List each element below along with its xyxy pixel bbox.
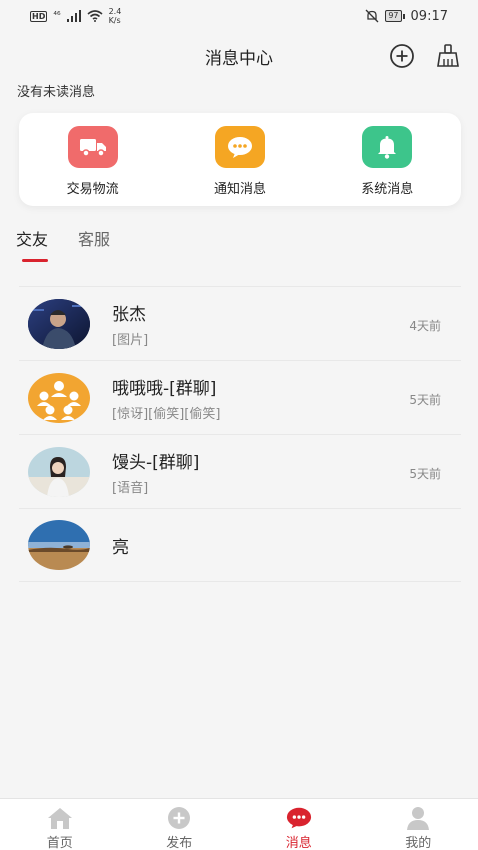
chat-item[interactable]: 亮	[19, 508, 461, 582]
signal-icon	[66, 10, 81, 22]
chat-preview: [语音]	[112, 480, 149, 496]
landscape-photo-icon	[28, 520, 90, 570]
quick-action-notifications[interactable]: 通知消息	[185, 126, 295, 197]
quick-action-label: 通知消息	[213, 182, 266, 197]
tab-friends[interactable]: 交友	[16, 226, 48, 262]
quick-actions-card: 交易物流 通知消息 系统消息	[19, 113, 461, 206]
active-tab-indicator	[22, 259, 48, 262]
unread-notice: 没有未读消息	[17, 85, 96, 100]
chat-name: 哦哦哦-[群聊]	[112, 378, 217, 399]
header-actions	[388, 42, 462, 70]
nav-home[interactable]: 首页	[0, 799, 120, 850]
chat-text: 哦哦哦-[群聊] [惊讶][偷笑][偷笑]	[112, 374, 220, 422]
nav-label: 我的	[405, 836, 432, 850]
user-photo-icon	[28, 298, 90, 349]
quick-action-label: 系统消息	[361, 182, 414, 197]
speed-value: 2.4	[108, 7, 122, 16]
chat-name: 亮	[112, 537, 129, 558]
chat-text: 馒头-[群聊] [语音]	[112, 448, 199, 496]
chat-text: 张杰 [图片]	[112, 300, 148, 348]
nav-label: 消息	[285, 836, 312, 850]
chat-bubble-icon	[227, 137, 252, 158]
plus-circle-icon	[166, 806, 192, 830]
avatar	[28, 446, 90, 497]
status-left: HD ⁴⁶ 2.4 K/s	[30, 7, 121, 25]
tab-label: 客服	[78, 230, 111, 249]
chat-time: 4天前	[409, 319, 441, 333]
header: 消息中心	[0, 38, 478, 74]
chat-item[interactable]: 哦哦哦-[群聊] [惊讶][偷笑][偷笑] 5天前	[19, 360, 461, 434]
message-icon	[286, 806, 312, 830]
tab-label: 交友	[16, 230, 49, 249]
profile-icon	[405, 806, 431, 830]
battery-indicator: 97	[385, 10, 405, 22]
nav-label: 首页	[46, 836, 73, 850]
chat-name: 张杰	[112, 304, 146, 325]
status-right: 97 09:17	[365, 9, 448, 24]
quick-action-label: 交易物流	[66, 182, 119, 197]
nav-messages[interactable]: 消息	[239, 799, 359, 850]
network-type: ⁴⁶	[53, 11, 61, 21]
chat-preview: [惊讶][偷笑][偷笑]	[112, 406, 221, 422]
tab-bar: 交友 客服	[16, 226, 110, 262]
speed-unit: K/s	[108, 16, 121, 25]
chat-preview: [图片]	[112, 332, 149, 348]
plus-circle-icon	[390, 44, 414, 68]
chat-item[interactable]: 馒头-[群聊] [语音] 5天前	[19, 434, 461, 508]
broom-icon	[437, 44, 459, 67]
clear-button[interactable]	[434, 42, 462, 70]
quick-action-logistics[interactable]: 交易物流	[38, 126, 148, 197]
home-icon	[47, 806, 73, 830]
tab-customer-service[interactable]: 客服	[78, 226, 110, 262]
avatar	[28, 298, 90, 349]
mute-bell-icon	[365, 9, 379, 23]
group-icon	[28, 372, 90, 423]
bottom-nav: 首页 发布 消息 我的	[0, 798, 478, 850]
avatar	[28, 520, 90, 570]
chat-text: 亮	[112, 533, 129, 558]
bell-icon	[378, 136, 397, 159]
chat-time: 5天前	[409, 393, 441, 407]
nav-profile[interactable]: 我的	[359, 799, 478, 850]
clock: 09:17	[410, 8, 448, 24]
battery-tip	[402, 13, 405, 19]
truck-icon	[79, 139, 106, 157]
logistics-icon-bg	[67, 126, 118, 168]
battery-level: 97	[385, 10, 402, 22]
chat-item[interactable]: 张杰 [图片] 4天前	[19, 286, 461, 360]
chat-name: 馒头-[群聊]	[112, 452, 200, 473]
page-title: 消息中心	[205, 48, 273, 69]
nav-publish[interactable]: 发布	[120, 799, 240, 850]
chat-list: 张杰 [图片] 4天前 哦哦哦-[群聊] [惊讶][偷笑][偷笑] 5天前 馒头…	[19, 286, 461, 582]
user-photo-icon	[28, 446, 90, 497]
nav-label: 发布	[166, 836, 193, 850]
avatar	[28, 372, 90, 423]
chat-time: 5天前	[409, 467, 441, 481]
wifi-icon	[87, 10, 103, 22]
notifications-icon-bg	[214, 126, 265, 168]
status-bar: HD ⁴⁶ 2.4 K/s 97 09:17	[0, 0, 478, 32]
quick-action-system[interactable]: 系统消息	[332, 126, 442, 197]
network-speed: 2.4 K/s	[109, 7, 122, 25]
hd-badge: HD	[30, 10, 48, 22]
system-icon-bg	[362, 126, 413, 168]
add-button[interactable]	[388, 42, 416, 70]
